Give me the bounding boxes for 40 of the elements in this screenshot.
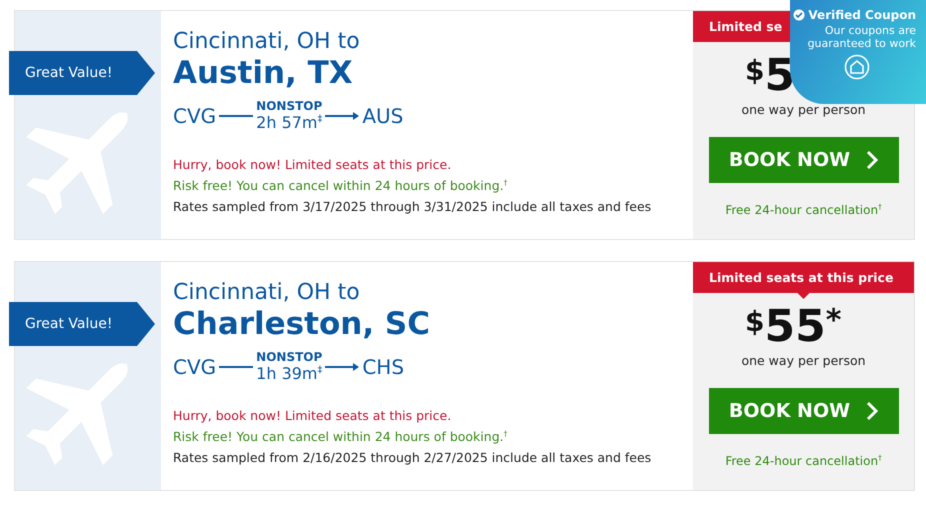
price-note: one way per person: [741, 353, 866, 368]
airport-code: CHS: [362, 354, 404, 378]
route-arrow: [324, 362, 360, 372]
currency-symbol: $: [745, 305, 764, 338]
urgency-message: Hurry, book now! Limited seats at this price.: [173, 156, 452, 174]
great-value-ribbon: Great Value!: [9, 51, 155, 95]
chevron-right-icon: [866, 150, 878, 170]
urgency-message: Hurry, book now! Limited seats at this price.: [173, 407, 452, 425]
airport-code: CVG: [173, 354, 216, 378]
route-arrow: [324, 110, 360, 120]
chevron-right-icon: [866, 401, 878, 421]
currency-symbol: $: [745, 54, 764, 87]
coupon-message: Our coupons are guaranteed to work: [806, 24, 916, 50]
airport-code: CVG: [173, 104, 216, 128]
cancellation-note: Free 24-hour cancellation$^{†}$: [725, 203, 882, 217]
rates-note: Rates sampled from 3/17/2025 through 3/31/2025 include all taxes and fees: [173, 198, 652, 216]
price-amount: 5: [764, 52, 796, 100]
price-asterisk: *: [826, 303, 842, 338]
coupon-title: Verified Coupon: [808, 8, 916, 22]
home-icon[interactable]: [844, 54, 870, 80]
origin-city: Cincinnati, OH to: [173, 29, 360, 55]
flight-duration: 1h 39m$^{‡}$: [256, 364, 322, 383]
risk-free-message: Risk free! You can cancel within 24 hours of booking.$^{†}$: [173, 176, 508, 195]
book-now-button[interactable]: BOOK NOW: [708, 388, 898, 434]
price-amount: 55: [764, 303, 826, 351]
cancellation-note: Free 24-hour cancellation$^{†}$: [725, 454, 882, 468]
risk-free-message: Risk free! You can cancel within 24 hours of booking.$^{†}$: [173, 428, 508, 446]
airport-code: AUS: [362, 104, 404, 128]
book-now-button[interactable]: BOOK NOW: [708, 137, 898, 183]
flight-type: NONSTOP: [256, 99, 322, 113]
price-note: one way per person: [741, 102, 866, 117]
destination-city: Austin, TX: [173, 55, 353, 91]
limited-seats-banner: Limited seats at this price: [693, 262, 914, 299]
destination-city: Charleston, SC: [173, 306, 430, 342]
check-circle-icon: [793, 9, 806, 21]
flight-duration: 2h 57m$^{‡}$: [256, 113, 322, 132]
flight-type: NONSTOP: [256, 350, 322, 364]
great-value-ribbon: Great Value!: [9, 302, 155, 346]
rates-note: Rates sampled from 2/16/2025 through 2/27/2025 include all taxes and fees: [173, 449, 652, 467]
origin-city: Cincinnati, OH to: [173, 280, 360, 306]
